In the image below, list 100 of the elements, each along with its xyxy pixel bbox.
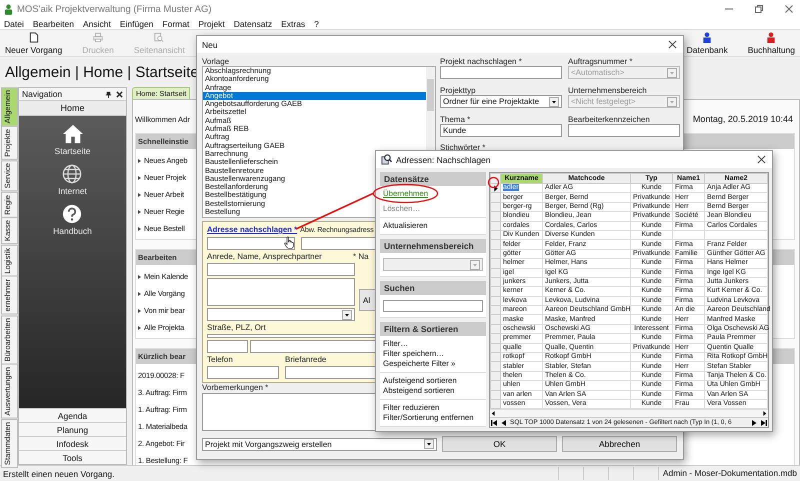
window-title: MOS'aik Projektverwaltung (Firma Muster AG) (17, 4, 212, 14)
search-field[interactable] (383, 300, 483, 312)
field-label: Vorbemerkungen * (202, 383, 268, 392)
menu-item[interactable]: Format (162, 18, 190, 28)
bullet-icon (138, 326, 141, 330)
magnifier-icon (154, 32, 164, 42)
input-field[interactable]: Kunde (440, 124, 562, 137)
menu-item[interactable]: Einfügen (120, 18, 154, 28)
caret-icon (667, 96, 677, 106)
dropdown[interactable] (207, 308, 355, 321)
caret-icon (424, 439, 434, 449)
field-label: Stichwörter * (440, 143, 486, 152)
field-label: Projekttyp (440, 86, 476, 95)
menu-item[interactable]: Extras (281, 18, 306, 28)
navigation-group[interactable]: Planung (19, 422, 126, 436)
field-label: Telefon (207, 355, 234, 364)
field-label: Thema * (440, 115, 470, 124)
field-label: Projekt nachschlagen * (440, 57, 522, 66)
caret-icon (667, 68, 677, 78)
field-label: Anrede, Name, Ansprechpartner (207, 252, 323, 261)
section-header[interactable]: Home (19, 100, 126, 116)
field-label: Bearbeiterkennzeichen (568, 115, 650, 124)
bullet-icon (138, 308, 141, 312)
home-icon[interactable] (62, 124, 84, 144)
field-label: Vorlage (202, 57, 230, 66)
field-label: Auftragsnummer * (568, 57, 632, 66)
scrollbar[interactable] (490, 409, 768, 418)
bullet-icon (138, 210, 141, 214)
input-field[interactable] (207, 237, 295, 250)
hand-cursor-icon (284, 236, 294, 249)
app-icon (4, 4, 13, 14)
input-field[interactable] (568, 124, 680, 137)
next-record-icon[interactable] (750, 418, 758, 427)
field-label: * Na (353, 252, 369, 261)
toolbar-button[interactable]: Neuer Vorgang (2, 30, 66, 56)
caret-icon (342, 310, 352, 320)
printer-icon (93, 32, 104, 42)
section-header: Unternehmensbereich (380, 239, 486, 253)
dropdown[interactable] (383, 258, 483, 271)
field-label: Unternehmensbereich (568, 86, 647, 95)
status-message: Erstellt einen neuen Vorgang. (2, 468, 115, 478)
row-pointer-icon (492, 184, 498, 192)
highlight-circle (488, 176, 500, 188)
input-field[interactable] (440, 66, 562, 79)
dialog-title: Neu (202, 40, 218, 50)
close-icon[interactable] (757, 155, 766, 164)
previous-record-icon[interactable] (500, 418, 508, 427)
breadcrumb: Allgemein | Home | Startseite (5, 64, 199, 80)
menu-item[interactable]: Bearbeiten (32, 18, 74, 28)
template-list[interactable] (202, 66, 436, 218)
close-icon[interactable] (668, 40, 677, 49)
document-icon (28, 32, 39, 42)
toolbar-button[interactable]: Datenbank (684, 30, 731, 56)
menu-item[interactable]: Ansicht (82, 18, 111, 28)
first-record-icon[interactable] (490, 418, 498, 427)
bullet-icon (138, 158, 141, 162)
bullet-icon (138, 192, 141, 196)
restore-icon[interactable] (754, 4, 764, 14)
bullet-icon (138, 176, 141, 180)
menu-item[interactable]: Datensatz (234, 18, 272, 28)
bullet-icon (138, 274, 141, 278)
text-area[interactable] (207, 278, 355, 306)
menu-item[interactable]: Datei (4, 18, 24, 28)
toolbar-button[interactable]: Buchhaltung (744, 30, 798, 56)
input-field[interactable] (207, 340, 248, 353)
section-header: Datensätze (380, 172, 486, 186)
last-record-icon[interactable] (760, 418, 768, 427)
dropdown[interactable]: Ordner für eine Projektakte (440, 95, 562, 108)
magnifier-icon (381, 154, 392, 165)
navigation-group[interactable]: Agenda (19, 408, 126, 422)
bullet-icon (138, 226, 141, 230)
highlight-ellipse (372, 184, 438, 204)
caret-icon (549, 96, 559, 106)
bullet-icon (138, 292, 141, 296)
globe-icon[interactable] (61, 164, 84, 184)
section-header: Filtern & Sortieren (380, 322, 486, 336)
caret-icon (470, 260, 480, 270)
menu-item[interactable]: ? (314, 18, 319, 28)
pin-icon[interactable] (105, 90, 112, 98)
input-field[interactable] (207, 366, 279, 379)
close-icon[interactable] (116, 90, 123, 98)
scroll-left-icon[interactable] (490, 410, 497, 418)
navigation-item[interactable]: Startseite (54, 146, 90, 156)
section-header: Suchen (380, 281, 486, 295)
field-label: Briefanrede (285, 355, 326, 364)
dialog-button[interactable]: Abbrechen (562, 436, 677, 452)
help-icon[interactable] (61, 204, 84, 224)
input-field[interactable] (207, 263, 355, 276)
date-text: Montag, 20.5.2019 10:44 (692, 114, 793, 124)
navigation-item[interactable]: Handbuch (53, 226, 92, 236)
navigation-item[interactable]: Internet (58, 186, 87, 196)
navigation-group[interactable]: Tools (19, 450, 126, 464)
dialog-button[interactable]: OK (442, 436, 557, 452)
dropdown[interactable]: Projekt mit Vorgangszweig erstellen (202, 438, 437, 450)
scroll-right-icon[interactable] (761, 410, 768, 418)
dialog-title: Adressen: Nachschlagen (396, 154, 491, 164)
navigation-group[interactable]: Infodesk (19, 436, 126, 450)
panel-title: Navigation (22, 89, 62, 99)
status-database: Admin - Moser-Dokumentation.mdb (658, 467, 800, 480)
menu-item[interactable]: Projekt (198, 18, 225, 28)
